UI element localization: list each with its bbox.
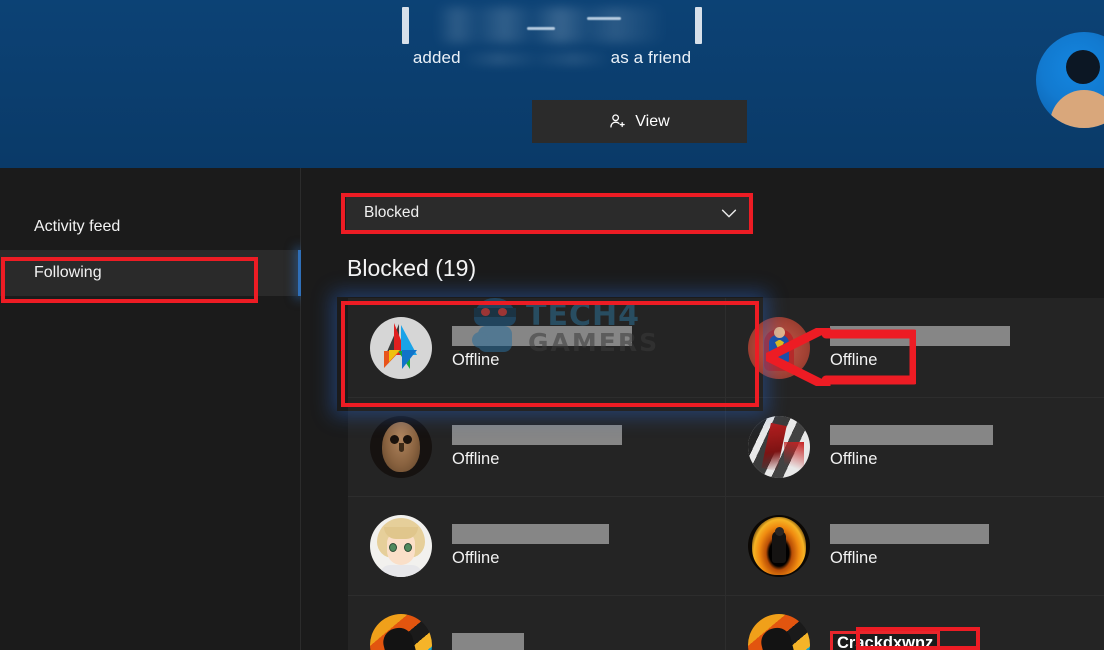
as-a-friend-label: as a friend <box>610 48 692 67</box>
redacted-gamertag <box>452 325 632 346</box>
added-label: added <box>412 48 461 67</box>
list-item[interactable]: Crackdxwnz <box>726 595 1104 650</box>
section-heading: Blocked (19) <box>347 255 477 281</box>
view-button-label: View <box>635 112 670 130</box>
profile-avatar[interactable] <box>1036 32 1104 128</box>
redacted-gamertag <box>452 524 609 544</box>
name-glyph-right <box>695 6 702 44</box>
redacted-gamertag <box>452 632 524 650</box>
blocked-people-grid: Offline Offline Offline Offline Offline … <box>348 298 1104 650</box>
main-content: Blocked Blocked (19) Offline Offline Off… <box>301 168 1104 650</box>
list-item[interactable]: Offline <box>348 298 726 397</box>
gem-logo-avatar <box>370 316 432 379</box>
owl-avatar <box>370 416 432 478</box>
blocked-filter-select[interactable]: Blocked <box>346 194 752 232</box>
sidebar-item-label: Activity feed <box>34 218 121 235</box>
superman-avatar <box>748 316 810 379</box>
sidebar-item-activity-feed[interactable]: Activity feed <box>0 204 300 250</box>
name-blur-dash-2 <box>587 17 621 20</box>
list-item-text <box>452 632 524 650</box>
status-label: Offline <box>452 549 500 567</box>
avatar-body <box>1050 90 1104 128</box>
chevron-down-icon <box>718 202 740 224</box>
redacted-gamertag <box>830 325 1010 346</box>
list-item[interactable]: Offline <box>726 496 1104 595</box>
list-item-text: Crackdxwnz <box>830 631 941 650</box>
left-sidebar: Activity feed Following <box>0 168 301 650</box>
list-item-text: Offline <box>830 524 989 568</box>
orange-helmet-avatar <box>748 614 810 650</box>
orange-helmet-avatar <box>370 614 432 650</box>
blurred-name-glyphs <box>402 5 702 45</box>
redacted-gamertag <box>452 425 622 445</box>
redacted-gamertag <box>830 425 993 445</box>
name-blur-fill <box>436 7 666 43</box>
avatar-head <box>1066 50 1100 84</box>
status-label: Offline <box>452 450 500 468</box>
list-item-text: Offline <box>452 325 632 370</box>
sidebar-item-label: Following <box>34 264 102 281</box>
list-item[interactable]: Offline <box>348 496 726 595</box>
list-item[interactable]: Offline <box>726 298 1104 397</box>
name-glyph-left <box>402 6 409 44</box>
sidebar-item-following[interactable]: Following <box>0 250 301 296</box>
list-item-text: Offline <box>830 325 1010 370</box>
add-person-icon <box>609 113 626 130</box>
red-white-character-avatar <box>748 416 810 478</box>
name-blur-dash-1 <box>527 27 555 30</box>
xbox-friends-app: added as a friend View Activity feed Fol… <box>0 0 1104 650</box>
list-item[interactable]: Offline <box>726 397 1104 496</box>
page-body: Activity feed Following Blocked Blocked … <box>0 168 1104 650</box>
anime-girl-avatar <box>370 515 432 577</box>
list-item-text: Offline <box>452 524 609 568</box>
blurred-username-heading <box>0 4 1104 46</box>
profile-banner-header: added as a friend View <box>0 0 1104 168</box>
redacted-gamertag <box>830 524 989 544</box>
status-label: Offline <box>830 450 878 468</box>
filter-select-value: Blocked <box>364 204 420 221</box>
list-item[interactable] <box>348 595 726 650</box>
gamertag-label: Crackdxwnz <box>830 631 941 650</box>
fire-character-avatar <box>748 515 810 577</box>
status-label: Offline <box>830 350 878 369</box>
status-label: Offline <box>830 549 878 567</box>
friend-added-text: added as a friend <box>0 48 1104 68</box>
redacted-friend-name <box>460 51 611 66</box>
list-item[interactable]: Offline <box>348 397 726 496</box>
status-label: Offline <box>452 350 500 369</box>
list-item-text: Offline <box>830 425 993 469</box>
list-item-text: Offline <box>452 425 622 469</box>
view-button[interactable]: View <box>532 100 747 143</box>
